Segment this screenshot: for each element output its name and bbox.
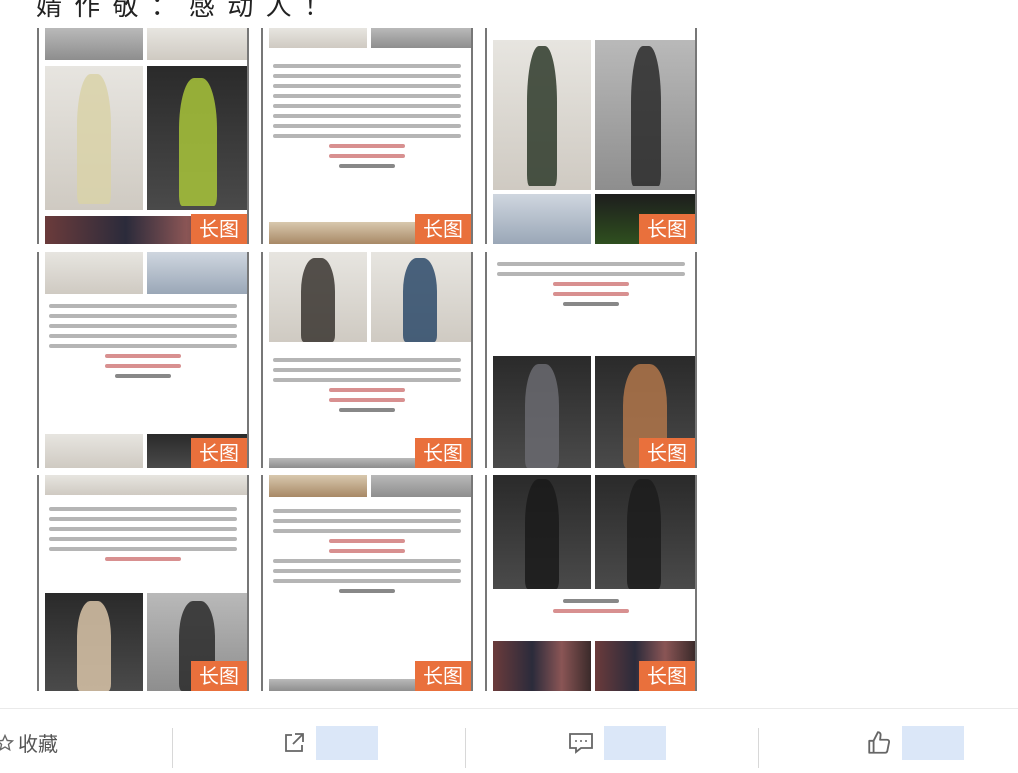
long-image-badge: 长图 bbox=[415, 661, 471, 691]
image-grid: 长图 长图 长图 长图 长图 长图 长图 长图 长图 bbox=[37, 28, 698, 691]
post-text-fragment: 婧 作 敬 ： 感 动 人 ！ bbox=[36, 0, 332, 22]
image-cell-4[interactable]: 长图 bbox=[37, 252, 249, 468]
share-count bbox=[316, 725, 378, 760]
like-button[interactable] bbox=[866, 712, 964, 773]
long-image-badge: 长图 bbox=[191, 438, 247, 468]
long-image-badge: 长图 bbox=[415, 214, 471, 244]
toolbar-divider bbox=[0, 708, 1018, 709]
post-action-toolbar: 收藏 bbox=[0, 712, 1018, 773]
image-cell-2[interactable]: 长图 bbox=[261, 28, 473, 244]
toolbar-separator bbox=[758, 728, 759, 768]
image-cell-9[interactable]: 长图 bbox=[485, 475, 697, 691]
like-count bbox=[902, 725, 964, 760]
long-image-badge: 长图 bbox=[191, 214, 247, 244]
toolbar-separator bbox=[172, 728, 173, 768]
image-cell-8[interactable]: 长图 bbox=[261, 475, 473, 691]
image-cell-7[interactable]: 长图 bbox=[37, 475, 249, 691]
long-image-badge: 长图 bbox=[639, 661, 695, 691]
image-cell-6[interactable]: 长图 bbox=[485, 252, 697, 468]
long-image-badge: 长图 bbox=[639, 438, 695, 468]
comment-icon bbox=[568, 731, 594, 755]
share-icon bbox=[282, 731, 306, 755]
image-cell-3[interactable]: 长图 bbox=[485, 28, 697, 244]
favorite-label: 收藏 bbox=[18, 732, 58, 756]
image-cell-1[interactable]: 长图 bbox=[37, 28, 249, 244]
comment-count bbox=[604, 725, 666, 760]
comment-button[interactable] bbox=[568, 712, 666, 773]
favorite-button[interactable]: 收藏 bbox=[0, 712, 58, 773]
thumbs-up-icon bbox=[866, 730, 892, 756]
long-image-badge: 长图 bbox=[191, 661, 247, 691]
long-image-badge: 长图 bbox=[639, 214, 695, 244]
share-button[interactable] bbox=[282, 712, 378, 773]
toolbar-separator bbox=[465, 728, 466, 768]
long-image-badge: 长图 bbox=[415, 438, 471, 468]
star-icon bbox=[0, 733, 14, 752]
image-cell-5[interactable]: 长图 bbox=[261, 252, 473, 468]
